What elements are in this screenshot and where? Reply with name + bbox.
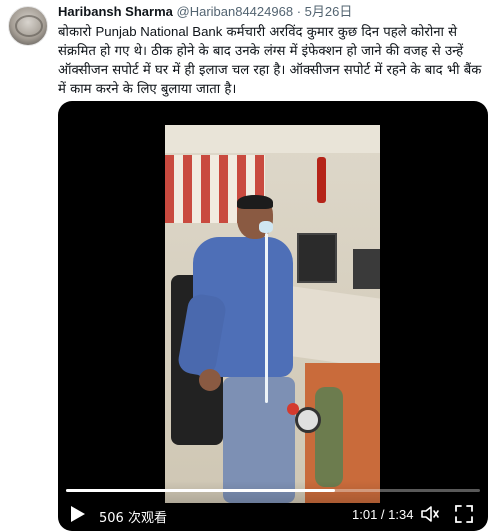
author-handle[interactable]: @Hariban84424968 [177,4,294,19]
video-progress-bar[interactable] [66,489,480,492]
tweet-date[interactable]: 5月26日 [305,4,353,19]
video-scene-monitor [297,233,337,283]
video-scene-hair [237,195,273,209]
tweet-text-line: ऑक्सीजन सपोर्ट में घर में ही इलाज चल रहा… [58,63,482,78]
tweet-header: Haribansh Sharma @Hariban84424968 · 5月26… [58,4,352,20]
video-scene-oxygen-cylinder [315,387,343,487]
video-scene-ceiling [165,125,380,153]
video-player[interactable]: 506 次观看 1:01 / 1:34 [58,101,488,531]
author-name[interactable]: Haribansh Sharma [58,4,173,19]
tweet-text-line: संक्रमित हो गए थे। ठीक होने के बाद उनके … [58,44,464,59]
video-progress-fill [66,489,335,492]
separator-dot: · [296,4,302,19]
video-time: 1:01 / 1:34 [352,507,414,522]
text-fragment: बोकारो [58,25,96,40]
video-scene-valve [287,403,299,415]
tweet-text: बोकारो Punjab National Bank कर्मचारी अरव… [58,22,488,99]
view-count: 506 次观看 [99,511,167,526]
video-scene-oxygen-mask [259,221,273,233]
video-scene-extinguisher [317,157,326,203]
volume-icon[interactable] [420,504,440,524]
avatar[interactable] [8,6,48,46]
tweet-card[interactable]: Haribansh Sharma @Hariban84424968 · 5月26… [0,0,500,531]
tweet-text-line: बोकारो Punjab National Bank कर्मचारी अरव… [58,22,488,42]
tweet-text-line: में काम करने के लिए बुलाया जाता है। [58,82,237,97]
fullscreen-icon[interactable] [454,504,474,524]
video-scene-hand [199,369,221,391]
video-scene-monitor [353,249,380,289]
avatar-pattern [15,15,43,37]
video-scene-regulator [295,407,321,433]
text-fragment: Punjab National Bank [95,24,223,39]
video-scene-oxygen-tube [265,233,268,403]
play-icon[interactable] [70,505,86,523]
video-frame[interactable] [165,125,380,503]
video-controls: 506 次观看 1:01 / 1:34 [58,481,488,531]
text-fragment: कर्मचारी अरविंद कुमार कुछ दिन पहले कोरोन… [222,25,458,40]
